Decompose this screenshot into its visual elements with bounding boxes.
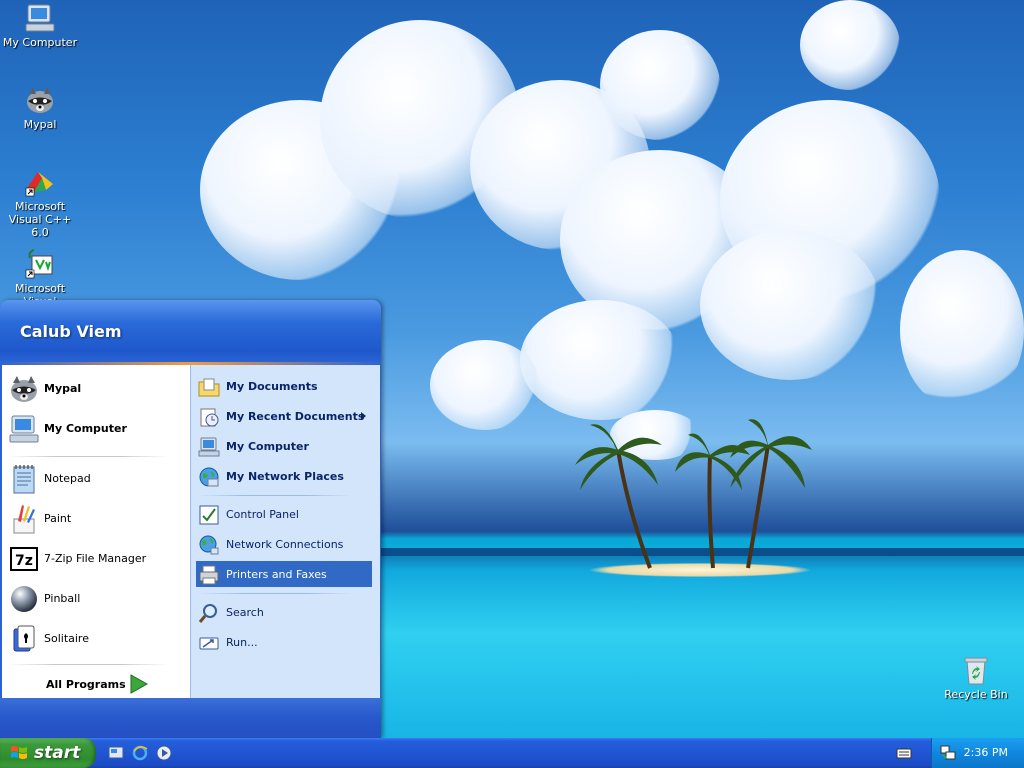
start-item-label: My Documents [226, 380, 318, 393]
desktop-icon-recycle-bin[interactable]: Recycle Bin [936, 654, 1016, 701]
computer-icon [24, 2, 56, 34]
pinball-icon [8, 583, 40, 615]
divider [198, 495, 352, 496]
start-item-label: Network Connections [226, 538, 344, 551]
start-item-my-documents[interactable]: My Documents [196, 373, 372, 399]
desktop-icon-visual-cpp[interactable]: Microsoft Visual C++ 6.0 [0, 166, 80, 239]
start-item-label: My Recent Documents [226, 410, 365, 423]
cloud [800, 0, 900, 90]
start-item-solitaire[interactable]: Solitaire [6, 621, 184, 657]
start-item-my-computer-places[interactable]: My Computer [196, 433, 372, 459]
start-item-label: My Computer [226, 440, 309, 453]
windows-flag-icon [10, 745, 28, 761]
internet-explorer-icon[interactable] [132, 745, 148, 761]
desktop-icon-my-computer[interactable]: My Computer [0, 2, 80, 49]
solitaire-icon [8, 623, 40, 655]
cloud [700, 230, 880, 380]
start-item-7zip[interactable]: 7z 7-Zip File Manager [6, 541, 184, 577]
system-tray: 2:36 PM [931, 738, 1024, 768]
start-menu: Calub Viem Mypal My Computer Notepad Pai… [0, 300, 381, 738]
start-item-paint[interactable]: Paint [6, 501, 184, 537]
start-item-label: Notepad [44, 472, 91, 485]
all-programs-label: All Programs [46, 678, 126, 691]
divider [8, 664, 168, 665]
raccoon-icon [24, 84, 56, 116]
show-desktop-icon[interactable] [108, 745, 124, 761]
desktop-icon-label: Recycle Bin [944, 688, 1008, 701]
network-connections-icon [198, 534, 220, 556]
divider [8, 456, 168, 457]
start-item-label: Paint [44, 512, 72, 525]
clock[interactable]: 2:36 PM [964, 746, 1008, 759]
start-item-label: 7-Zip File Manager [44, 552, 147, 565]
start-item-run[interactable]: Run... [196, 629, 372, 655]
start-item-label: My Computer [44, 422, 127, 435]
7zip-icon: 7z [8, 543, 40, 575]
printer-icon [198, 564, 220, 586]
start-item-my-computer[interactable]: My Computer [6, 411, 184, 447]
computer-icon [198, 436, 220, 458]
start-item-printers-and-faxes[interactable]: Printers and Faxes [196, 561, 372, 587]
taskbar: start 2:36 PM [0, 738, 1024, 768]
start-menu-footer [0, 698, 381, 738]
start-menu-header: Calub Viem [0, 300, 381, 364]
cloud [900, 250, 1024, 410]
start-button[interactable]: start [0, 738, 96, 768]
start-item-network-connections[interactable]: Network Connections [196, 531, 372, 557]
control-panel-icon [198, 504, 220, 526]
palm-trees [575, 419, 812, 569]
network-places-icon [198, 466, 220, 488]
start-label: start [34, 743, 81, 763]
desktop-icon-label: Microsoft Visual C++ 6.0 [8, 200, 72, 239]
computer-icon [8, 413, 40, 445]
folder-documents-icon [198, 376, 220, 398]
start-item-search[interactable]: Search [196, 599, 372, 625]
desktop-icon-label: Mypal [23, 118, 57, 131]
start-item-my-recent-documents[interactable]: My Recent Documents [196, 403, 372, 429]
svg-text:7z: 7z [15, 553, 33, 569]
start-item-notepad[interactable]: Notepad [6, 461, 184, 497]
start-item-label: Search [226, 606, 264, 619]
start-item-my-network-places[interactable]: My Network Places [196, 463, 372, 489]
start-item-label: Mypal [44, 382, 82, 395]
desktop-icon-visual-studio[interactable]: Microsoft Visual [0, 248, 80, 308]
all-programs-button[interactable]: All Programs [40, 672, 160, 696]
search-icon [198, 602, 220, 624]
start-item-control-panel[interactable]: Control Panel [196, 501, 372, 527]
desktop-icon-label: My Computer [2, 36, 78, 49]
cloud [430, 340, 540, 430]
divider [198, 593, 352, 594]
desktop-icon-mypal[interactable]: Mypal [0, 84, 80, 131]
start-item-label: Pinball [44, 592, 81, 605]
media-player-icon[interactable] [156, 745, 172, 761]
user-name: Calub Viem [20, 322, 122, 341]
green-arrow-icon [128, 673, 150, 695]
visual-cpp-icon [24, 166, 56, 198]
raccoon-icon [8, 373, 40, 405]
visual-studio-icon [24, 248, 56, 280]
cloud [600, 30, 720, 140]
start-item-mypal[interactable]: Mypal [6, 371, 184, 407]
notepad-icon [8, 463, 40, 495]
cloud [520, 300, 680, 420]
network-tray-icon[interactable] [940, 745, 956, 761]
keyboard-icon[interactable] [896, 745, 912, 761]
recycle-bin-icon [960, 654, 992, 686]
start-item-label: My Network Places [226, 470, 344, 483]
submenu-arrow-icon [361, 412, 366, 420]
recent-documents-icon [198, 406, 220, 428]
paint-icon [8, 503, 40, 535]
run-icon [198, 632, 220, 654]
start-item-label: Solitaire [44, 632, 89, 645]
start-item-label: Run... [226, 636, 258, 649]
start-item-pinball[interactable]: Pinball [6, 581, 184, 617]
start-item-label: Control Panel [226, 508, 299, 521]
start-item-label: Printers and Faxes [226, 568, 327, 581]
